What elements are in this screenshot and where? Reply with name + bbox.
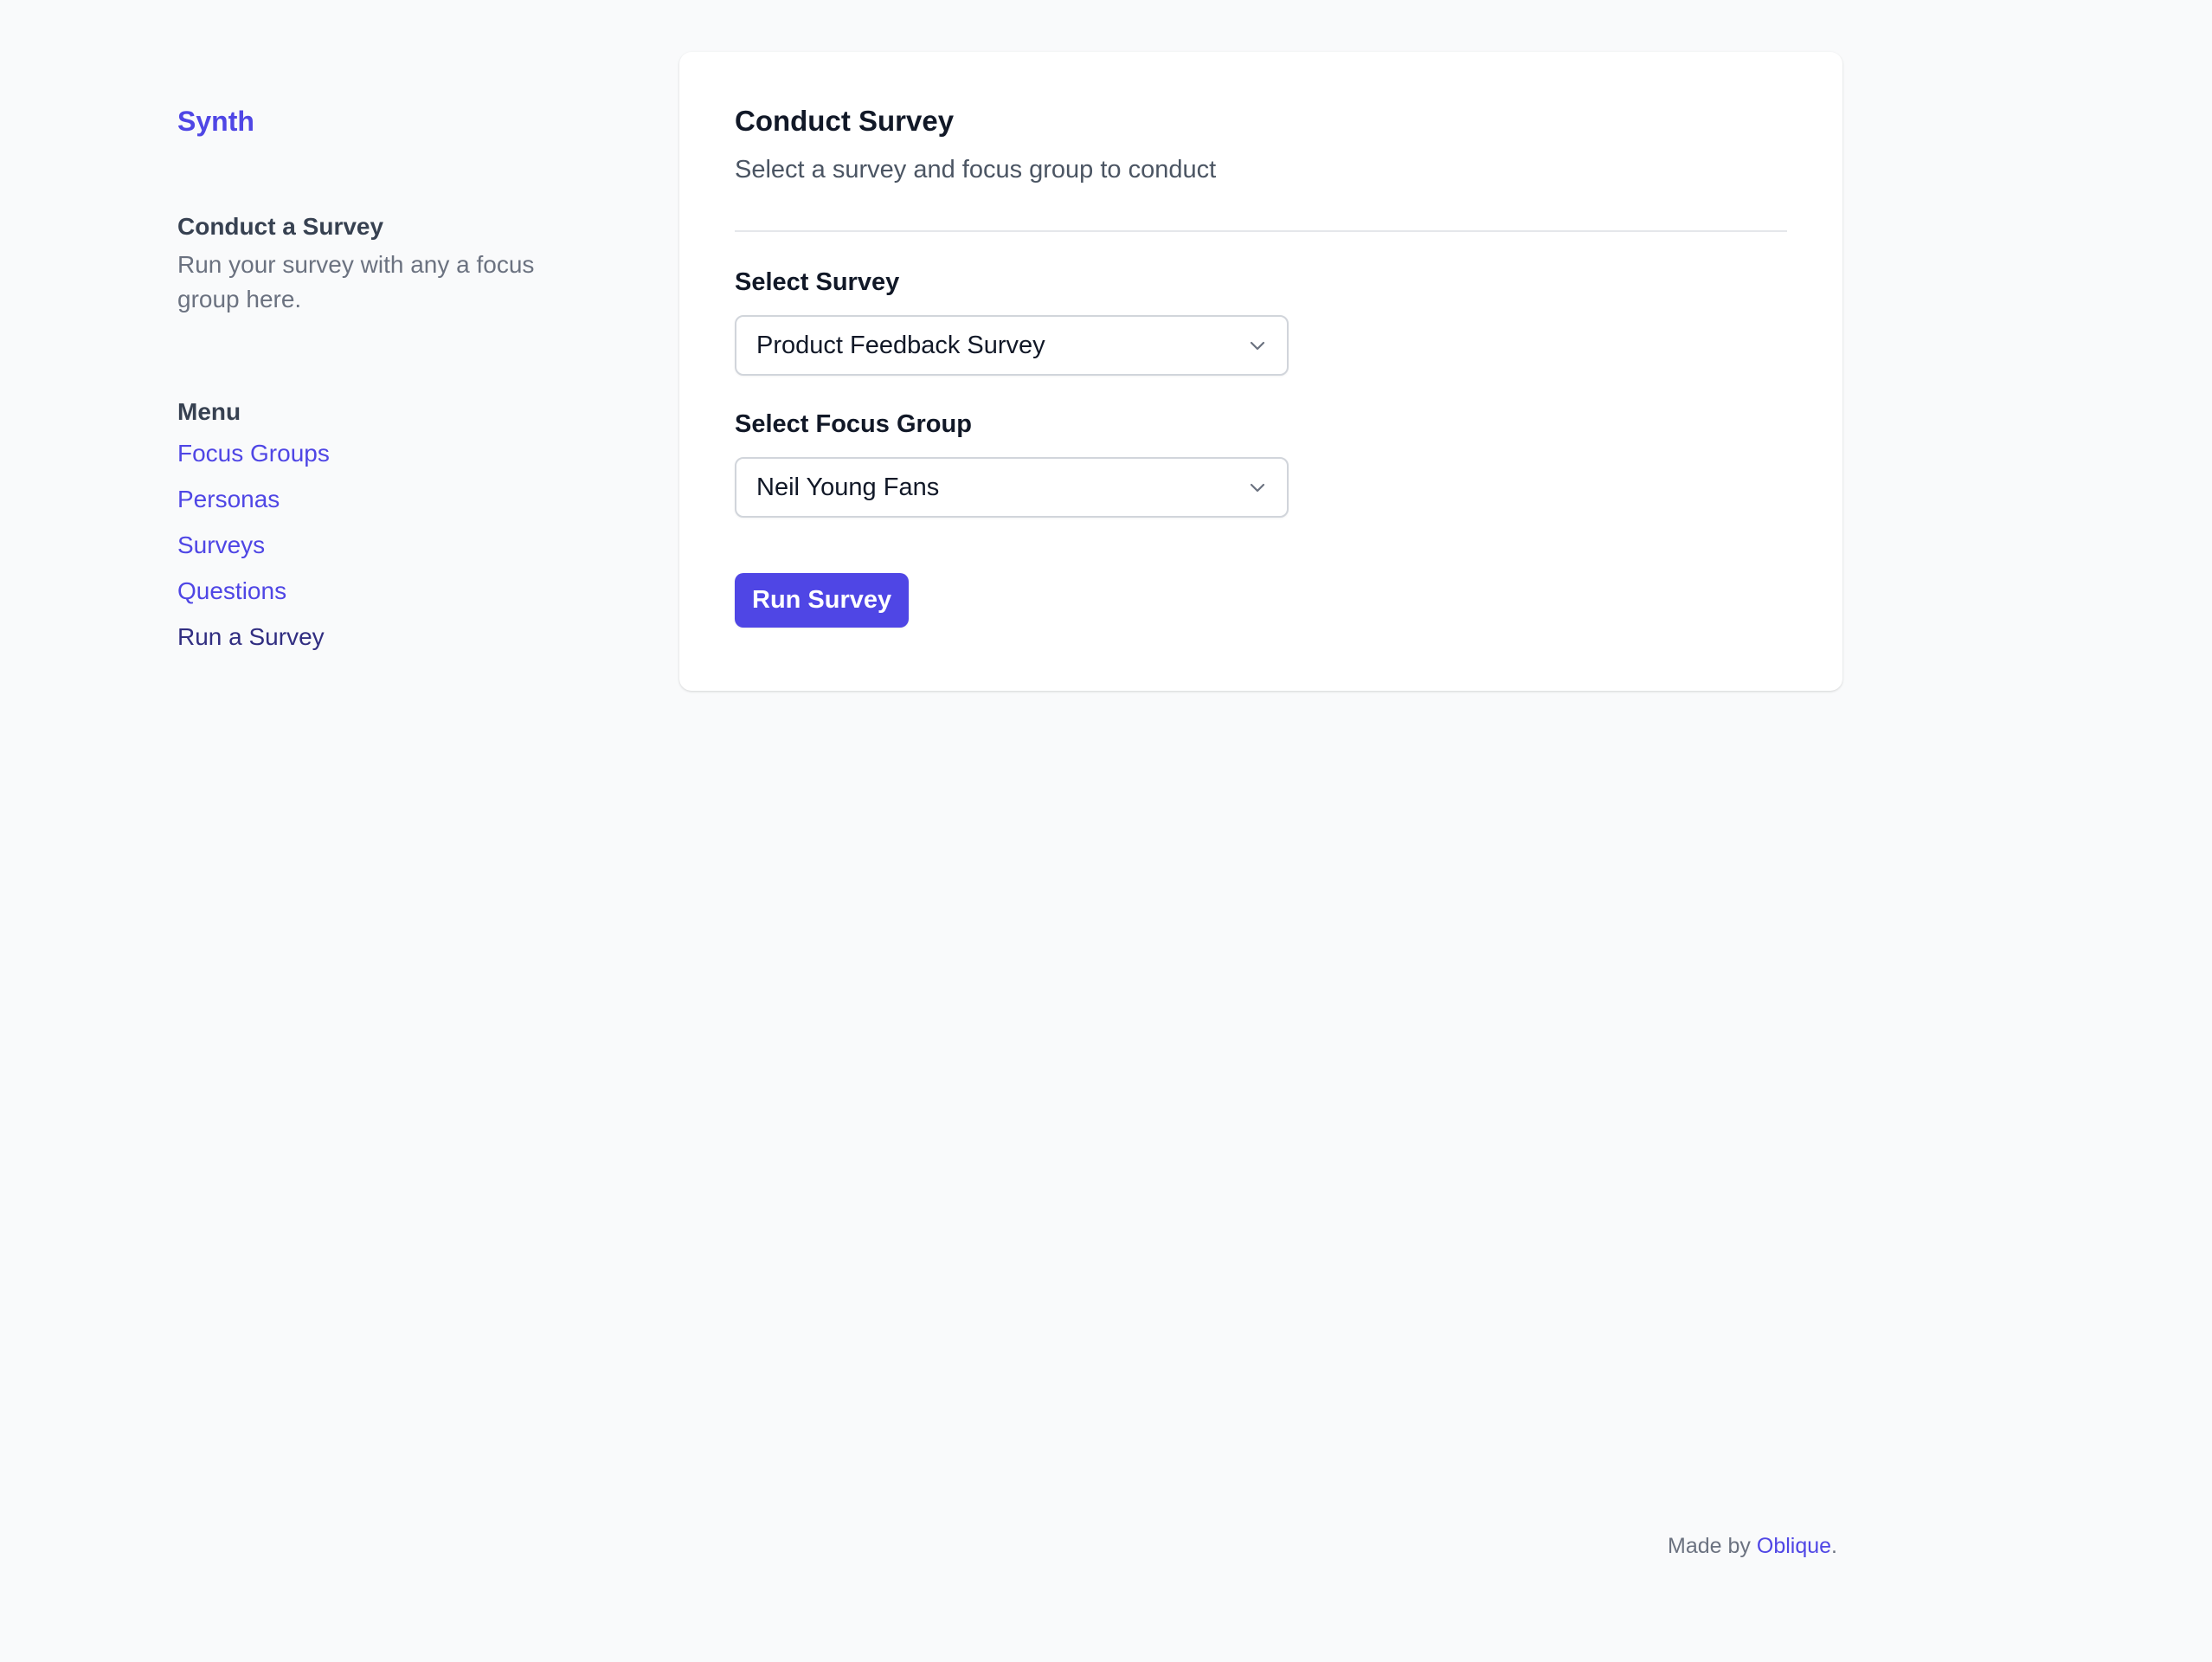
footer: Made by Oblique. — [1668, 1530, 1837, 1562]
sidebar-item-personas[interactable]: Personas — [177, 486, 280, 512]
oblique-link[interactable]: Oblique — [1757, 1534, 1831, 1558]
chevron-down-icon — [1250, 341, 1265, 351]
sidebar-item-questions[interactable]: Questions — [177, 577, 286, 604]
sidebar-section-description: Run your survey with any a focus group h… — [177, 251, 535, 312]
card-subtitle: Select a survey and focus group to condu… — [735, 156, 1217, 184]
conduct-survey-card: Conduct Survey Select a survey and focus… — [679, 52, 1842, 691]
sidebar-item-surveys[interactable]: Surveys — [177, 531, 265, 558]
footer-suffix: . — [1831, 1534, 1837, 1558]
focus-group-select-value: Neil Young Fans — [756, 473, 940, 501]
survey-select[interactable]: Product Feedback Survey — [735, 315, 1289, 376]
sidebar: Synth Conduct a Survey Run your survey w… — [177, 102, 593, 662]
sidebar-item-run-a-survey[interactable]: Run a Survey — [177, 623, 325, 650]
sidebar-section-title: Conduct a Survey — [177, 213, 384, 240]
brand-logo[interactable]: Synth — [177, 102, 593, 140]
chevron-down-icon — [1250, 483, 1265, 493]
survey-select-value: Product Feedback Survey — [756, 331, 1045, 359]
focus-group-select[interactable]: Neil Young Fans — [735, 457, 1289, 518]
focus-group-select-label: Select Focus Group — [735, 410, 972, 438]
sidebar-item-focus-groups[interactable]: Focus Groups — [177, 440, 330, 467]
footer-prefix: Made by — [1668, 1534, 1757, 1558]
run-survey-button[interactable]: Run Survey — [735, 573, 910, 628]
divider — [735, 230, 1787, 232]
card-title: Conduct Survey — [735, 105, 955, 137]
menu-title: Menu — [177, 398, 241, 425]
survey-select-label: Select Survey — [735, 268, 900, 296]
sidebar-menu: Focus Groups Personas Surveys Questions … — [177, 433, 593, 662]
